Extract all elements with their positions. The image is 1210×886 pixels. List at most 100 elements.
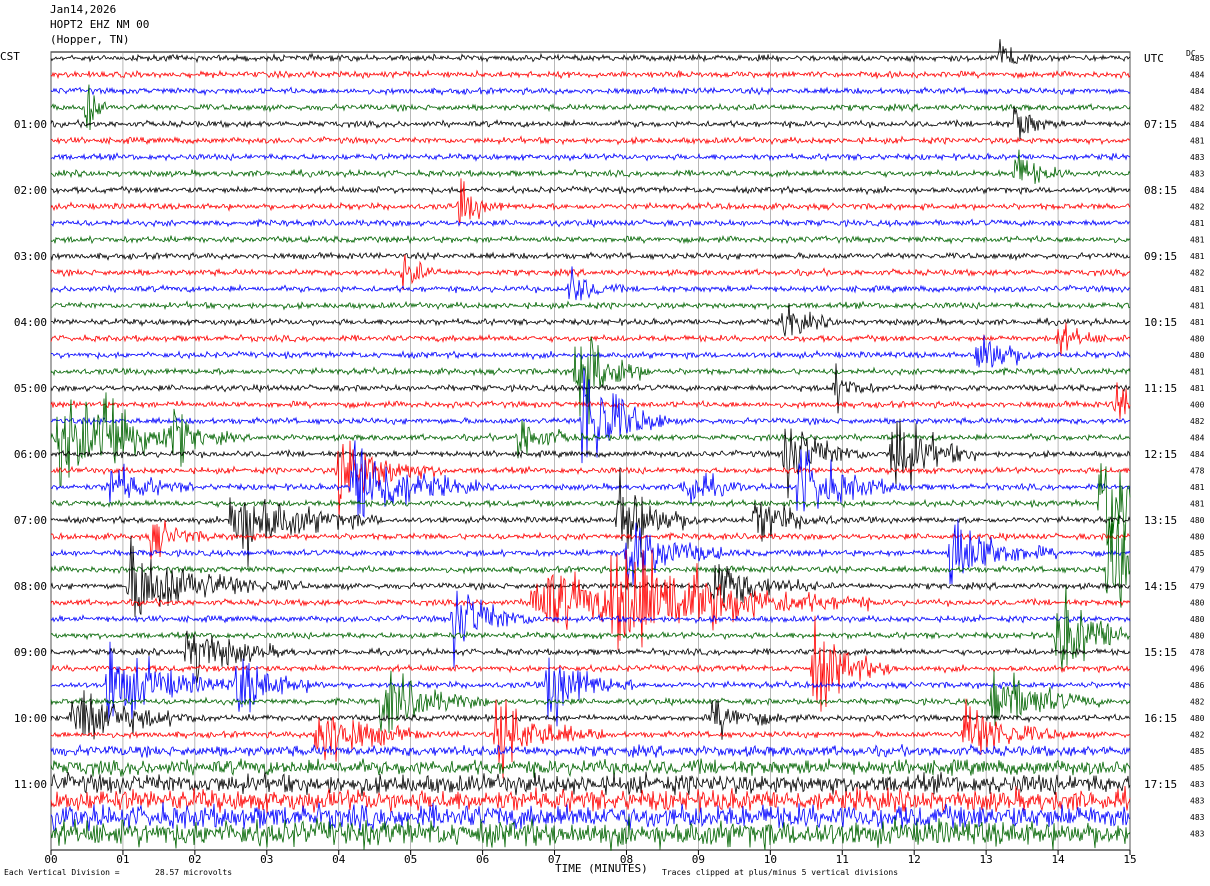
left-time-label: 04:00 [14,316,47,329]
dc-offset-label: 480 [1190,335,1205,344]
dc-offset-label: 480 [1190,714,1205,723]
dc-offset-label: 486 [1190,681,1205,690]
trace-line [51,303,1131,337]
x-tick-label: 14 [1051,853,1065,866]
clip-note: Traces clipped at plus/minus 5 vertical … [662,868,899,877]
dc-offset-label: 479 [1190,566,1205,575]
dc-offset-label: 480 [1190,516,1205,525]
dc-offset-label: 482 [1190,731,1205,740]
dc-offset-label: 481 [1190,236,1205,245]
left-time-label: 01:00 [14,118,47,131]
trace-line [50,300,1131,311]
right-time-label: UTC [1144,52,1164,65]
dc-offset-label: 483 [1190,797,1205,806]
dc-offset-label: 483 [1190,780,1205,789]
x-tick-label: 11 [836,853,849,866]
right-time-label: 16:15 [1144,712,1177,725]
x-axis-label: TIME (MINUTES) [555,862,648,875]
trace-line [50,217,1131,229]
trace-line [50,440,1131,518]
trace-line [50,266,1131,301]
helicorder-plot: 00 01 02 03 04 05 06 07 08 09 10 11 12 13 14 1548548448… [14,39,1205,866]
trace-line [50,615,1131,712]
dc-offset-label: 483 [1190,813,1205,822]
dc-offset-label: 478 [1190,467,1205,476]
dc-offset-label: 485 [1190,54,1205,63]
x-tick-label: 13 [980,853,993,866]
dc-offset-label: 484 [1190,186,1205,195]
trace-line [50,178,1131,225]
dc-offset-label: 484 [1190,434,1205,443]
dc-offset-label: 484 [1190,71,1205,80]
trace-line [50,743,1131,758]
right-time-label: 15:15 [1144,646,1177,659]
dc-offset-label: 480 [1190,599,1205,608]
dc-offset-label: 484 [1190,87,1205,96]
dc-offset-label: 480 [1190,632,1205,641]
trace-line [50,86,1131,97]
dc-offset-label: 480 [1190,351,1205,360]
left-time-label: 06:00 [14,448,47,461]
trace-line [50,535,1131,617]
dc-offset-label: 481 [1190,500,1205,509]
dc-offset-label: 483 [1190,153,1205,162]
dc-offset-label: 480 [1190,533,1205,542]
dc-offset-label: 481 [1190,368,1205,377]
x-tick-label: 06 [476,853,489,866]
trace-line [50,251,1131,262]
dc-offset-label: 485 [1190,747,1205,756]
trace-line [50,152,1131,162]
dc-offset-label: 485 [1190,764,1205,773]
right-time-label: 17:15 [1144,778,1177,791]
right-time-label: 14:15 [1144,580,1177,593]
trace-line [50,149,1131,184]
left-time-label: 03:00 [14,250,47,263]
left-time-label: 11:00 [14,778,47,791]
x-tick-label: 03 [260,853,273,866]
trace-line [50,69,1131,80]
right-time-label: 10:15 [1144,316,1177,329]
scale-value: 28.57 microvolts [155,868,233,877]
right-time-label: 13:15 [1144,514,1177,527]
dc-offset-label: 496 [1190,665,1205,674]
left-time-label: 02:00 [14,184,47,197]
trace-line [50,630,1131,683]
trace-line [50,234,1131,245]
dc-offset-label: 482 [1190,417,1205,426]
dc-offset-label: 400 [1190,401,1205,410]
trace-line [51,368,1131,464]
dc-offset-label: 479 [1190,582,1205,591]
trace-line [50,463,1131,546]
dc-offset-label: 481 [1190,285,1205,294]
right-time-label: 11:15 [1144,382,1177,395]
x-tick-label: 04 [332,853,346,866]
left-time-label: 07:00 [14,514,47,527]
dc-offset-label: 478 [1190,648,1205,657]
right-time-label: 08:15 [1144,184,1177,197]
right-time-label: 09:15 [1144,250,1177,263]
x-tick-label: 10 [764,853,777,866]
left-time-label: 05:00 [14,382,47,395]
x-tick-label: 02 [188,853,201,866]
trace-line [50,185,1131,196]
dc-offset-label: 484 [1190,450,1205,459]
right-time-label: 12:15 [1144,448,1177,461]
left-time-label: 08:00 [14,580,47,593]
trace-line [50,105,1131,141]
dc-offset-label: 481 [1190,483,1205,492]
dc-offset-label: 485 [1190,549,1205,558]
scale-label: Each Vertical Division = [4,868,120,877]
dc-offset-label: 482 [1190,203,1205,212]
trace-line [50,785,1131,814]
dc-offset-label: 481 [1190,318,1205,327]
x-tick-label: 12 [908,853,921,866]
trace-line [50,135,1131,146]
dc-offset-label: 480 [1190,615,1205,624]
left-time-label: 09:00 [14,646,47,659]
dc-offset-label: 482 [1190,269,1205,278]
dc-offset-label: 481 [1190,137,1205,146]
dc-offset-label: 481 [1190,302,1205,311]
dc-offset-label: 482 [1190,104,1205,113]
left-time-label: 10:00 [14,712,47,725]
dc-offset-label: 483 [1190,830,1205,839]
